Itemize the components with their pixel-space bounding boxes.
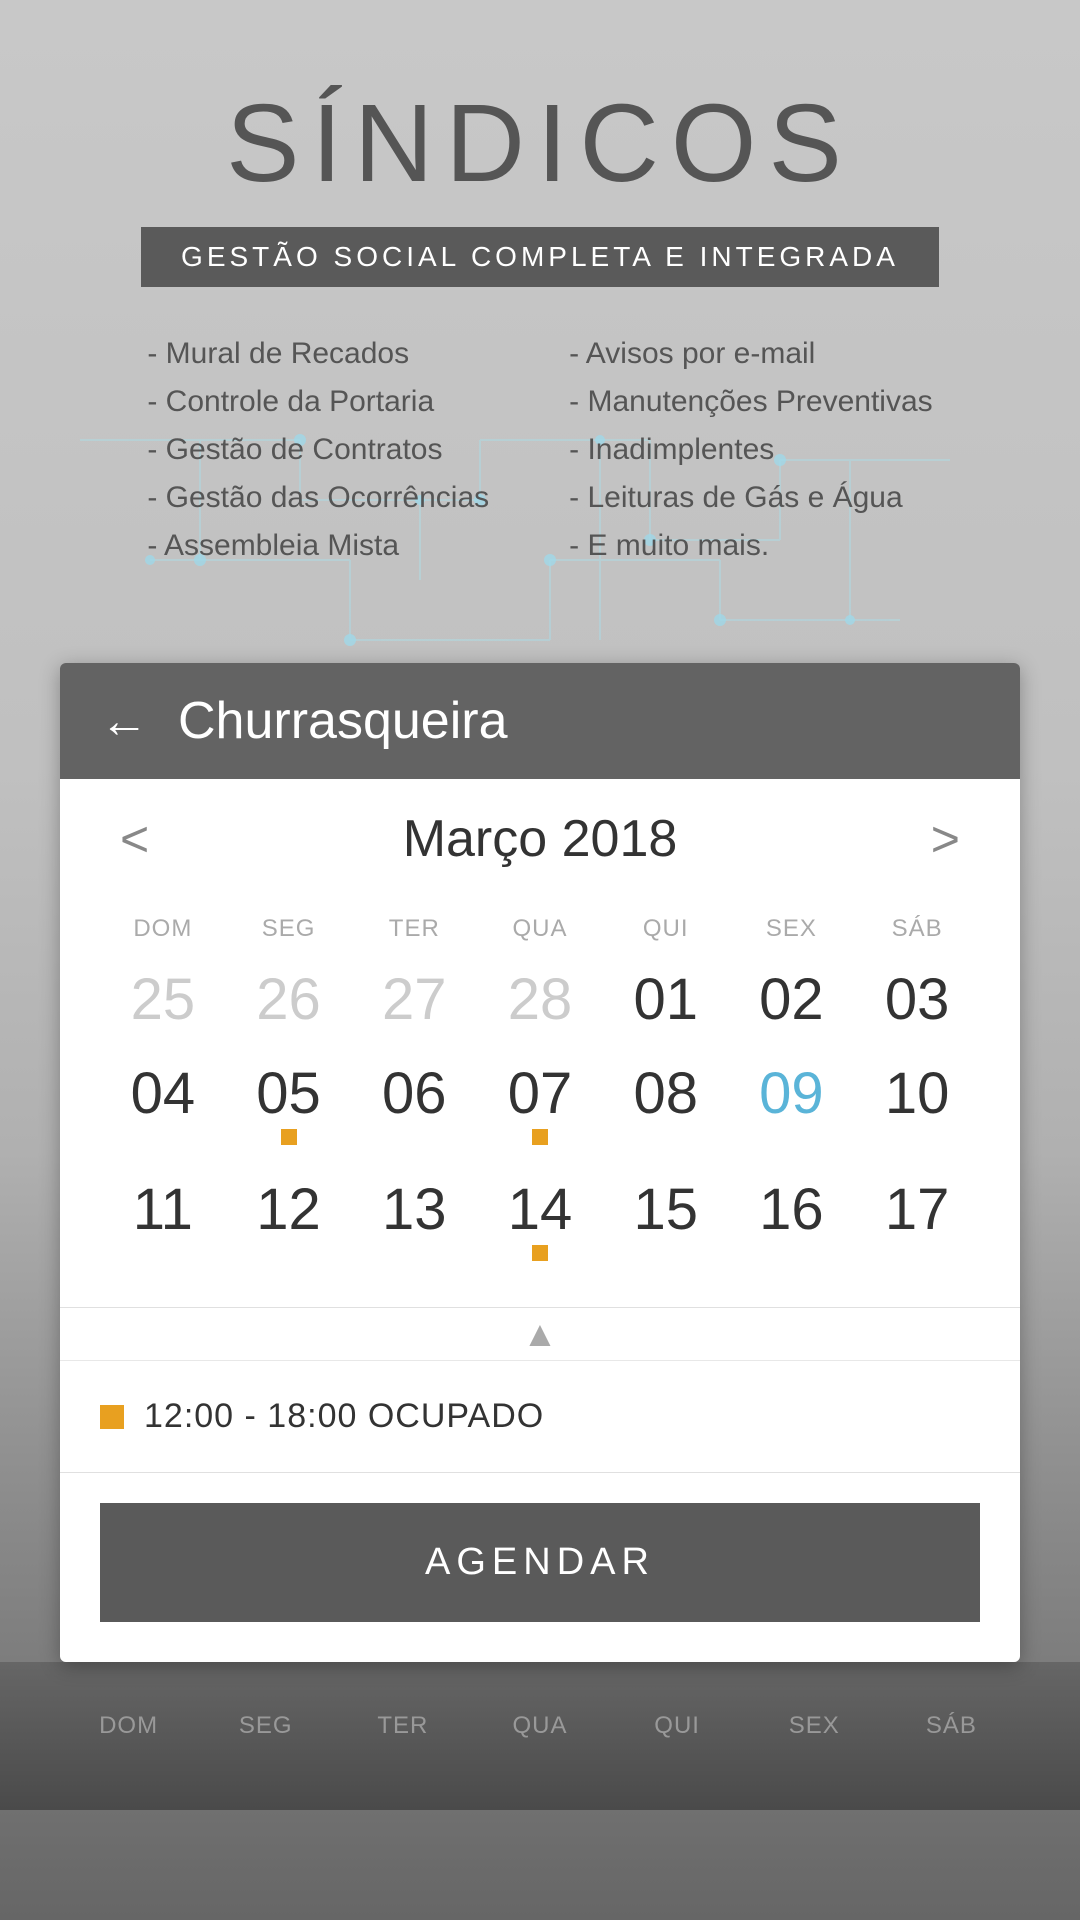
feature-item: - Inadimplentes [569, 433, 933, 467]
bottom-weekday-header: SÁB [883, 1702, 1020, 1750]
day-number: 04 [100, 1065, 226, 1123]
weekday-header: SÁB [854, 905, 980, 961]
day-number: 26 [226, 971, 352, 1029]
prev-month-button[interactable]: < [100, 810, 169, 868]
feature-item: - Leituras de Gás e Água [569, 481, 933, 515]
feature-item: - Assembleia Mista [147, 529, 489, 563]
month-nav: < Março 2018 > [100, 809, 980, 869]
weekday-header: TER [351, 905, 477, 961]
day-number: 15 [603, 1181, 729, 1239]
subtitle-bar: GESTÃO SOCIAL COMPLETA E INTEGRADA [141, 227, 939, 287]
booking-time-text: 12:00 - 18:00 OCUPADO [144, 1397, 544, 1436]
day-cell[interactable]: 28 [477, 961, 603, 1055]
day-number: 13 [351, 1181, 477, 1239]
weekday-header: SEG [226, 905, 352, 961]
app-subtitle: GESTÃO SOCIAL COMPLETA E INTEGRADA [181, 241, 899, 273]
day-number: 09 [729, 1065, 855, 1123]
bottom-weekday-header: SEX [746, 1702, 883, 1750]
feature-item: - Avisos por e-mail [569, 337, 933, 371]
feature-item: - Manutenções Preventivas [569, 385, 933, 419]
day-number: 10 [854, 1065, 980, 1123]
chevron-up-icon: ▲ [522, 1308, 558, 1360]
day-cell[interactable]: 08 [603, 1055, 729, 1171]
month-label: Março 2018 [403, 809, 678, 869]
feature-item: - Mural de Recados [147, 337, 489, 371]
day-cell[interactable]: 16 [729, 1171, 855, 1287]
booking-status-dot [100, 1405, 124, 1429]
bottom-weekday-header: QUI [609, 1702, 746, 1750]
day-number: 07 [477, 1065, 603, 1123]
day-cell[interactable]: 04 [100, 1055, 226, 1171]
calendar-room-title: Churrasqueira [178, 691, 508, 751]
agendar-section: AGENDAR [60, 1473, 1020, 1662]
bottom-section: DOMSEGTERQUAQUISEXSÁB [0, 1662, 1080, 1810]
day-number: 03 [854, 971, 980, 1029]
features-right: - Avisos por e-mail - Manutenções Prevent… [569, 337, 933, 563]
day-cell[interactable]: 09 [729, 1055, 855, 1171]
top-section: SÍNDICOS GESTÃO SOCIAL COMPLETA E INTEGR… [0, 0, 1080, 663]
page-wrapper: SÍNDICOS GESTÃO SOCIAL COMPLETA E INTEGR… [0, 0, 1080, 1920]
day-number: 11 [100, 1181, 226, 1239]
day-number: 25 [100, 971, 226, 1029]
weekday-header: QUI [603, 905, 729, 961]
feature-item: - Controle da Portaria [147, 385, 489, 419]
bottom-weekday-header: SEG [197, 1702, 334, 1750]
day-cell[interactable]: 03 [854, 961, 980, 1055]
day-cell[interactable]: 13 [351, 1171, 477, 1287]
calendar-section: ← Churrasqueira < Março 2018 > DOMSEGTER… [60, 663, 1020, 1662]
day-cell[interactable]: 27 [351, 961, 477, 1055]
bottom-weekday-header: TER [334, 1702, 471, 1750]
weekday-header: SEX [729, 905, 855, 961]
day-event-dot [532, 1245, 548, 1261]
features-left: - Mural de Recados - Controle da Portaria… [147, 337, 489, 563]
bottom-weekdays-row: DOMSEGTERQUAQUISEXSÁB [60, 1702, 1020, 1750]
back-button[interactable]: ← [100, 694, 148, 749]
booking-info: 12:00 - 18:00 OCUPADO [60, 1360, 1020, 1472]
weekday-header: DOM [100, 905, 226, 961]
day-cell[interactable]: 26 [226, 961, 352, 1055]
day-number: 08 [603, 1065, 729, 1123]
day-cell[interactable]: 05 [226, 1055, 352, 1171]
day-cell[interactable]: 01 [603, 961, 729, 1055]
day-number: 01 [603, 971, 729, 1029]
day-cell[interactable]: 25 [100, 961, 226, 1055]
day-cell[interactable]: 12 [226, 1171, 352, 1287]
feature-item: - E muito mais. [569, 529, 933, 563]
day-cell[interactable]: 17 [854, 1171, 980, 1287]
features-section: - Mural de Recados - Controle da Portaria… [60, 337, 1020, 563]
day-cell[interactable]: 14 [477, 1171, 603, 1287]
bottom-weekday-header: DOM [60, 1702, 197, 1750]
day-cell[interactable]: 11 [100, 1171, 226, 1287]
app-title: SÍNDICOS [60, 80, 1020, 207]
day-cell[interactable]: 02 [729, 961, 855, 1055]
day-event-dot [281, 1129, 297, 1145]
agendar-button[interactable]: AGENDAR [100, 1503, 980, 1622]
day-number: 12 [226, 1181, 352, 1239]
day-number: 16 [729, 1181, 855, 1239]
day-number: 27 [351, 971, 477, 1029]
feature-item: - Gestão de Contratos [147, 433, 489, 467]
next-month-button[interactable]: > [911, 810, 980, 868]
calendar-header-bar: ← Churrasqueira [60, 663, 1020, 779]
day-number: 05 [226, 1065, 352, 1123]
day-number: 14 [477, 1181, 603, 1239]
calendar-grid: DOMSEGTERQUAQUISEXSÁB2526272801020304050… [100, 905, 980, 1287]
day-cell[interactable]: 06 [351, 1055, 477, 1171]
feature-item: - Gestão das Ocorrências [147, 481, 489, 515]
day-number: 02 [729, 971, 855, 1029]
day-cell[interactable]: 15 [603, 1171, 729, 1287]
day-number: 28 [477, 971, 603, 1029]
day-number: 06 [351, 1065, 477, 1123]
weekday-header: QUA [477, 905, 603, 961]
day-cell[interactable]: 07 [477, 1055, 603, 1171]
day-event-dot [532, 1129, 548, 1145]
bottom-weekday-header: QUA [471, 1702, 608, 1750]
day-number: 17 [854, 1181, 980, 1239]
collapse-divider[interactable]: ▲ [60, 1307, 1020, 1360]
day-cell[interactable]: 10 [854, 1055, 980, 1171]
calendar-body: < Março 2018 > DOMSEGTERQUAQUISEXSÁB 2526… [60, 779, 1020, 1307]
